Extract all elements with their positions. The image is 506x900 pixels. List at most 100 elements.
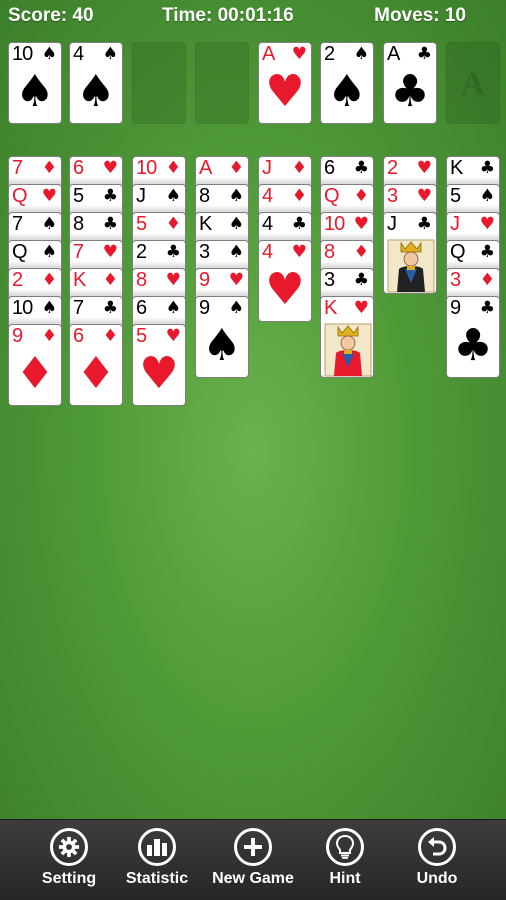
card-rank: 3 [450,269,461,291]
card-rank: 6 [324,157,335,179]
new-game-button[interactable]: New Game [208,828,298,888]
card-suit-small: ♣ [102,214,118,234]
free-cell-slot[interactable] [195,42,249,124]
playing-card[interactable]: K ♥ [320,296,374,378]
card-suit-small: ♦ [479,270,495,290]
card-rank: 5 [450,185,461,207]
card-suit-small: ♥ [165,326,181,346]
free-cell-slot[interactable] [132,42,186,124]
card-rank: 10 [324,213,345,235]
card-suit-small: ♥ [479,214,495,234]
card-rank: 5 [136,325,147,347]
hint-button[interactable]: Hint [300,828,390,888]
card-suit-small: ♦ [41,270,57,290]
playing-card[interactable]: 9 ♠ ♠ [195,296,249,378]
card-rank: Q [12,185,28,207]
card-suit-small: ♥ [102,158,118,178]
playing-card[interactable]: 5 ♥ ♥ [132,324,186,406]
card-suit-small: ♦ [165,158,181,178]
card-suit-small: ♣ [291,214,307,234]
bottom-toolbar: Setting Statistic New Game Hint Undo [0,819,506,900]
card-rank: 9 [199,297,210,319]
card-suit-small: ♥ [102,242,118,262]
card-suit-large: ♣ [390,66,430,117]
card-suit-small: ♣ [353,158,369,178]
card-rank: J [450,213,460,235]
playing-card[interactable]: 4 ♥ ♥ [258,240,312,322]
undo-button[interactable]: Undo [392,828,482,888]
card-suit-small: ♦ [41,326,57,346]
card-rank: 9 [199,269,210,291]
foundation-placeholder-label: A [460,66,486,103]
face-card-art [324,323,372,377]
card-suit-small: ♠ [228,186,244,206]
foundation-slot[interactable]: A [446,42,500,124]
card-suit-small: ♠ [41,44,57,64]
card-suit-small: ♠ [41,242,57,262]
card-suit-small: ♦ [165,214,181,234]
card-rank: Q [12,241,28,263]
card-suit-small: ♥ [41,186,57,206]
card-rank: 4 [73,43,84,65]
card-suit-small: ♣ [479,242,495,262]
card-rank: 10 [12,43,33,65]
card-rank: 7 [73,241,84,263]
card-suit-large: ♠ [76,66,116,117]
playing-card[interactable]: J ♣ [383,212,437,294]
card-suit-small: ♦ [291,186,307,206]
card-suit-small: ♦ [102,270,118,290]
card-suit-small: ♣ [479,298,495,318]
card-suit-large: ♠ [15,66,55,117]
playing-card[interactable]: 10 ♠ ♠ [8,42,62,124]
setting-label: Setting [41,870,97,887]
gear-icon [50,828,88,866]
face-card-art [387,239,435,293]
card-suit-small: ♣ [416,44,432,64]
card-suit-small: ♥ [353,214,369,234]
card-rank: 7 [12,213,23,235]
card-rank: 9 [12,325,23,347]
card-rank: 2 [387,157,398,179]
moves-label: Moves: 10 [374,5,466,26]
card-rank: J [262,157,272,179]
card-suit-small: ♥ [353,298,369,318]
card-rank: 2 [324,43,335,65]
card-suit-small: ♦ [291,158,307,178]
new-game-label: New Game [212,870,294,887]
card-rank: 7 [12,157,23,179]
playing-card[interactable]: 9 ♣ ♣ [446,296,500,378]
hint-label: Hint [329,870,361,887]
playing-card[interactable]: 9 ♦ ♦ [8,324,62,406]
playing-card[interactable]: 2 ♠ ♠ [320,42,374,124]
card-suit-small: ♣ [353,270,369,290]
card-rank: J [387,213,397,235]
statistic-button[interactable]: Statistic [112,828,202,888]
playing-card[interactable]: A ♣ ♣ [383,42,437,124]
card-suit-small: ♥ [291,44,307,64]
card-suit-small: ♣ [165,242,181,262]
card-rank: Q [450,241,466,263]
playing-card[interactable]: A ♥ ♥ [258,42,312,124]
card-rank: 10 [12,297,33,319]
card-suit-small: ♦ [353,186,369,206]
score-label: Score: 40 [8,5,94,26]
card-suit-small: ♣ [416,214,432,234]
undo-label: Undo [416,870,458,887]
card-suit-small: ♠ [479,186,495,206]
bar-chart-icon [138,828,176,866]
lightbulb-icon [326,828,364,866]
card-rank: 8 [324,241,335,263]
card-suit-small: ♠ [228,214,244,234]
card-rank: 2 [12,269,23,291]
playing-card[interactable]: 4 ♠ ♠ [69,42,123,124]
card-suit-large: ♣ [453,320,493,371]
setting-button[interactable]: Setting [24,828,114,888]
playing-card[interactable]: 6 ♦ ♦ [69,324,123,406]
card-suit-small: ♠ [102,44,118,64]
undo-arrow-icon [418,828,456,866]
card-suit-small: ♥ [291,242,307,262]
card-rank: 8 [136,269,147,291]
card-suit-small: ♦ [41,158,57,178]
card-rank: 4 [262,241,273,263]
statistic-label: Statistic [125,870,189,887]
